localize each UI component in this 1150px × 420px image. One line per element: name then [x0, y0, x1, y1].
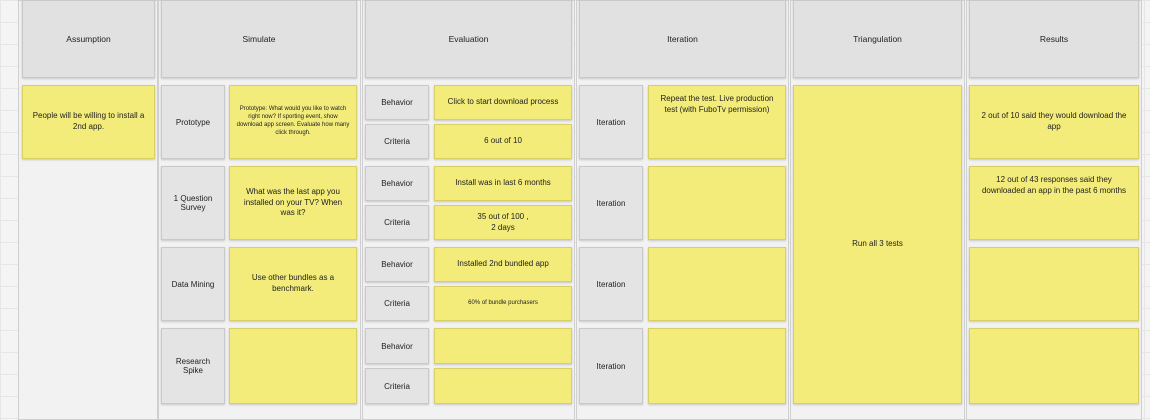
board: Assumption Simulate Evaluation Iteration…	[0, 0, 1150, 420]
iteration-note-data-mining[interactable]	[648, 247, 786, 321]
criteria-note-research-spike[interactable]	[434, 368, 572, 404]
header-assumption[interactable]: Assumption	[22, 0, 155, 78]
triangulation-note[interactable]: Run all 3 tests	[793, 85, 962, 404]
iteration-note-research-spike[interactable]	[648, 328, 786, 404]
result-note-prototype[interactable]: 2 out of 10 said they would download the…	[969, 85, 1139, 159]
iteration-label-research-spike[interactable]: Iteration	[579, 328, 643, 404]
simulate-note-research-spike[interactable]	[229, 328, 357, 404]
method-research-spike[interactable]: Research Spike	[161, 328, 225, 404]
behavior-note-data-mining[interactable]: Installed 2nd bundled app	[434, 247, 572, 282]
simulate-note-question-survey[interactable]: What was the last app you installed on y…	[229, 166, 357, 240]
criteria-label-research-spike[interactable]: Criteria	[365, 368, 429, 404]
behavior-label-data-mining[interactable]: Behavior	[365, 247, 429, 282]
iteration-label-question-survey[interactable]: Iteration	[579, 166, 643, 240]
behavior-note-research-spike[interactable]	[434, 328, 572, 364]
criteria-label-data-mining[interactable]: Criteria	[365, 286, 429, 321]
iteration-note-question-survey[interactable]	[648, 166, 786, 240]
method-prototype[interactable]: Prototype	[161, 85, 225, 159]
iteration-label-prototype[interactable]: Iteration	[579, 85, 643, 159]
result-note-research-spike[interactable]	[969, 328, 1139, 404]
criteria-label-prototype[interactable]: Criteria	[365, 124, 429, 159]
behavior-note-prototype[interactable]: Click to start download process	[434, 85, 572, 120]
assumption-note[interactable]: People will be willing to install a 2nd …	[22, 85, 155, 159]
header-evaluation[interactable]: Evaluation	[365, 0, 572, 78]
criteria-note-question-survey[interactable]: 35 out of 100 , 2 days	[434, 205, 572, 240]
header-simulate[interactable]: Simulate	[161, 0, 357, 78]
iteration-label-data-mining[interactable]: Iteration	[579, 247, 643, 321]
behavior-label-prototype[interactable]: Behavior	[365, 85, 429, 120]
method-data-mining[interactable]: Data Mining	[161, 247, 225, 321]
behavior-note-question-survey[interactable]: Install was in last 6 months	[434, 166, 572, 201]
criteria-note-data-mining[interactable]: 60% of bundle purchasers	[434, 286, 572, 321]
header-results[interactable]: Results	[969, 0, 1139, 78]
criteria-label-question-survey[interactable]: Criteria	[365, 205, 429, 240]
header-triangulation[interactable]: Triangulation	[793, 0, 962, 78]
header-iteration[interactable]: Iteration	[579, 0, 786, 78]
simulate-note-data-mining[interactable]: Use other bundles as a benchmark.	[229, 247, 357, 321]
behavior-label-research-spike[interactable]: Behavior	[365, 328, 429, 364]
result-note-question-survey[interactable]: 12 out of 43 responses said they downloa…	[969, 166, 1139, 240]
iteration-note-prototype[interactable]: Repeat the test. Live production test (w…	[648, 85, 786, 159]
result-note-data-mining[interactable]	[969, 247, 1139, 321]
criteria-note-prototype[interactable]: 6 out of 10	[434, 124, 572, 159]
behavior-label-question-survey[interactable]: Behavior	[365, 166, 429, 201]
simulate-note-prototype[interactable]: Prototype: What would you like to watch …	[229, 85, 357, 159]
method-question-survey[interactable]: 1 Question Survey	[161, 166, 225, 240]
